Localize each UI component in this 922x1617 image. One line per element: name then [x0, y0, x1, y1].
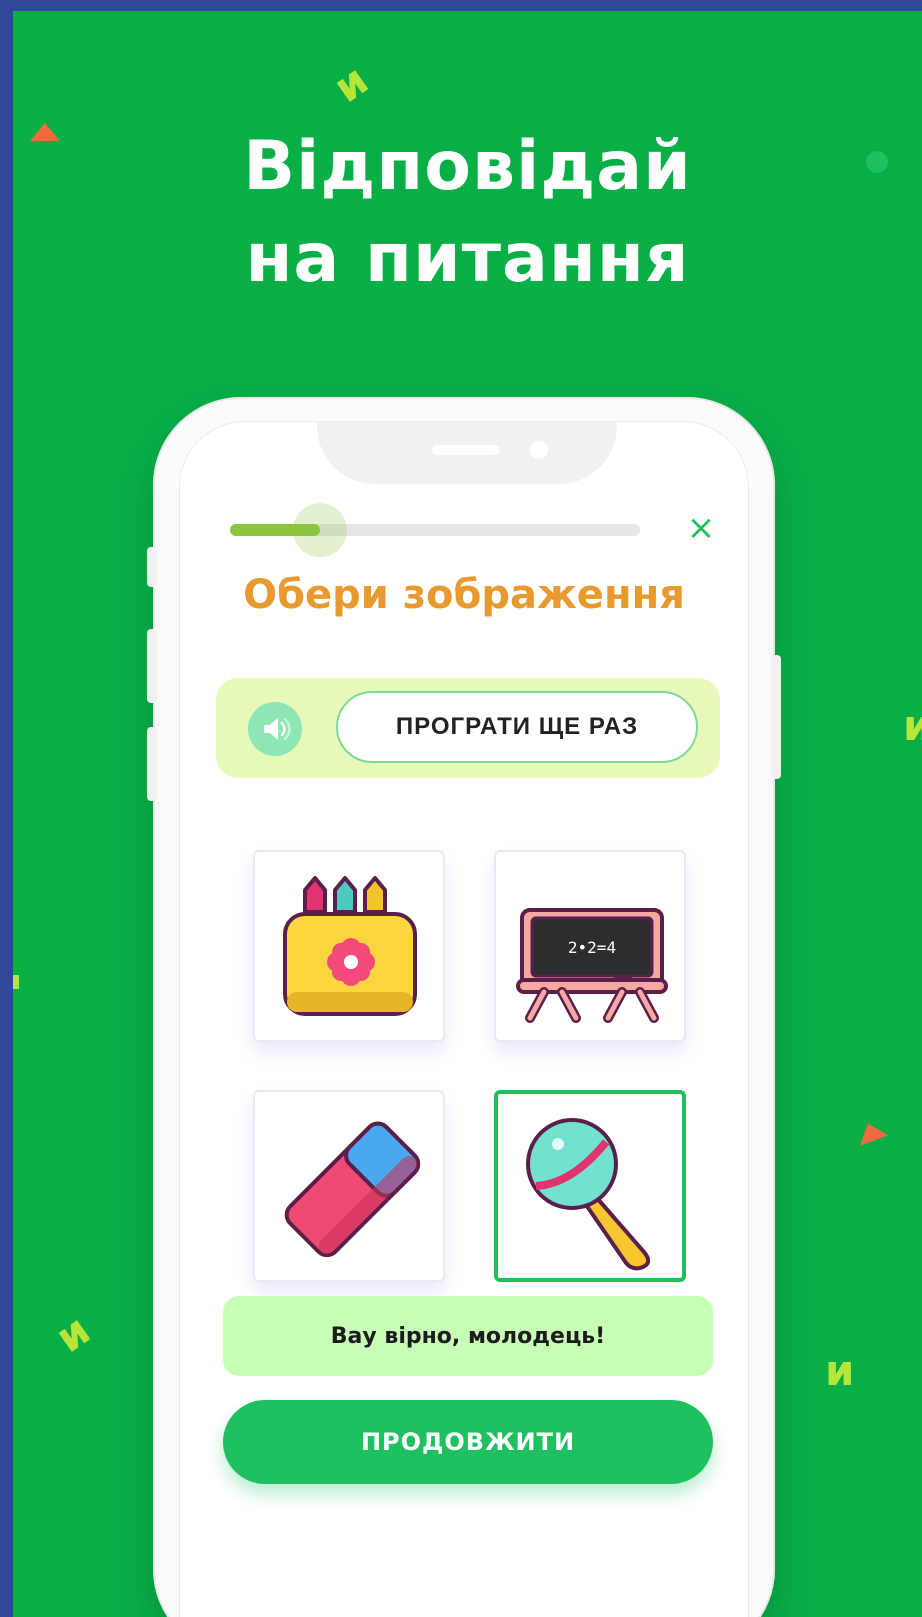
- feedback-message: Вау вірно, молодець!: [223, 1296, 713, 1376]
- decor-dash: [13, 975, 19, 989]
- continue-button[interactable]: ПРОДОВЖИТИ: [223, 1400, 713, 1484]
- replay-button[interactable]: ПРОГРАТИ ЩЕ РАЗ: [336, 691, 698, 763]
- app-store-screenshot: и и и и Відповідай на питання × Обери зо…: [13, 11, 922, 1617]
- chalkboard-text: 2•2=4: [568, 938, 616, 957]
- headline-line-2: на питання: [245, 219, 690, 298]
- phone-screen: × Обери зображення ПРОГРАТИ ЩЕ РАЗ 2•2=4…: [179, 421, 749, 1617]
- decor-letter: и: [825, 1346, 855, 1395]
- phone-button: [147, 727, 157, 801]
- phone-notch: [317, 422, 617, 484]
- option-card-chalkboard[interactable]: 2•2=4: [494, 850, 686, 1042]
- eraser-icon: [284, 1121, 421, 1258]
- chalkboard-icon: 2•2=4: [516, 908, 668, 1023]
- decor-letter: и: [324, 54, 377, 113]
- phone-button: [147, 629, 157, 703]
- pencil-case-icon: [283, 876, 417, 1016]
- progress-bar: [230, 503, 640, 557]
- decor-letter: и: [903, 701, 922, 750]
- notch-camera: [530, 441, 548, 459]
- phone-button: [147, 547, 157, 587]
- rattle-icon: [526, 1118, 651, 1271]
- phone-mockup: × Обери зображення ПРОГРАТИ ЩЕ РАЗ 2•2=4…: [147, 397, 781, 1617]
- prompt-title: Обери зображення: [243, 572, 685, 618]
- option-card-pencil-case[interactable]: [253, 850, 445, 1042]
- notch-speaker: [432, 445, 500, 455]
- option-card-rattle[interactable]: [494, 1090, 686, 1282]
- decor-letter: и: [46, 1304, 99, 1363]
- close-icon[interactable]: ×: [683, 510, 719, 546]
- progress-knob: [293, 503, 348, 557]
- headline-line-1: Відповідай: [243, 127, 692, 206]
- headline: Відповідай на питання: [13, 121, 922, 305]
- speaker-icon[interactable]: [248, 702, 302, 756]
- decor-triangle: [853, 1118, 889, 1146]
- audio-panel: ПРОГРАТИ ЩЕ РАЗ: [216, 678, 720, 778]
- option-card-eraser[interactable]: [253, 1090, 445, 1282]
- phone-button: [771, 655, 781, 779]
